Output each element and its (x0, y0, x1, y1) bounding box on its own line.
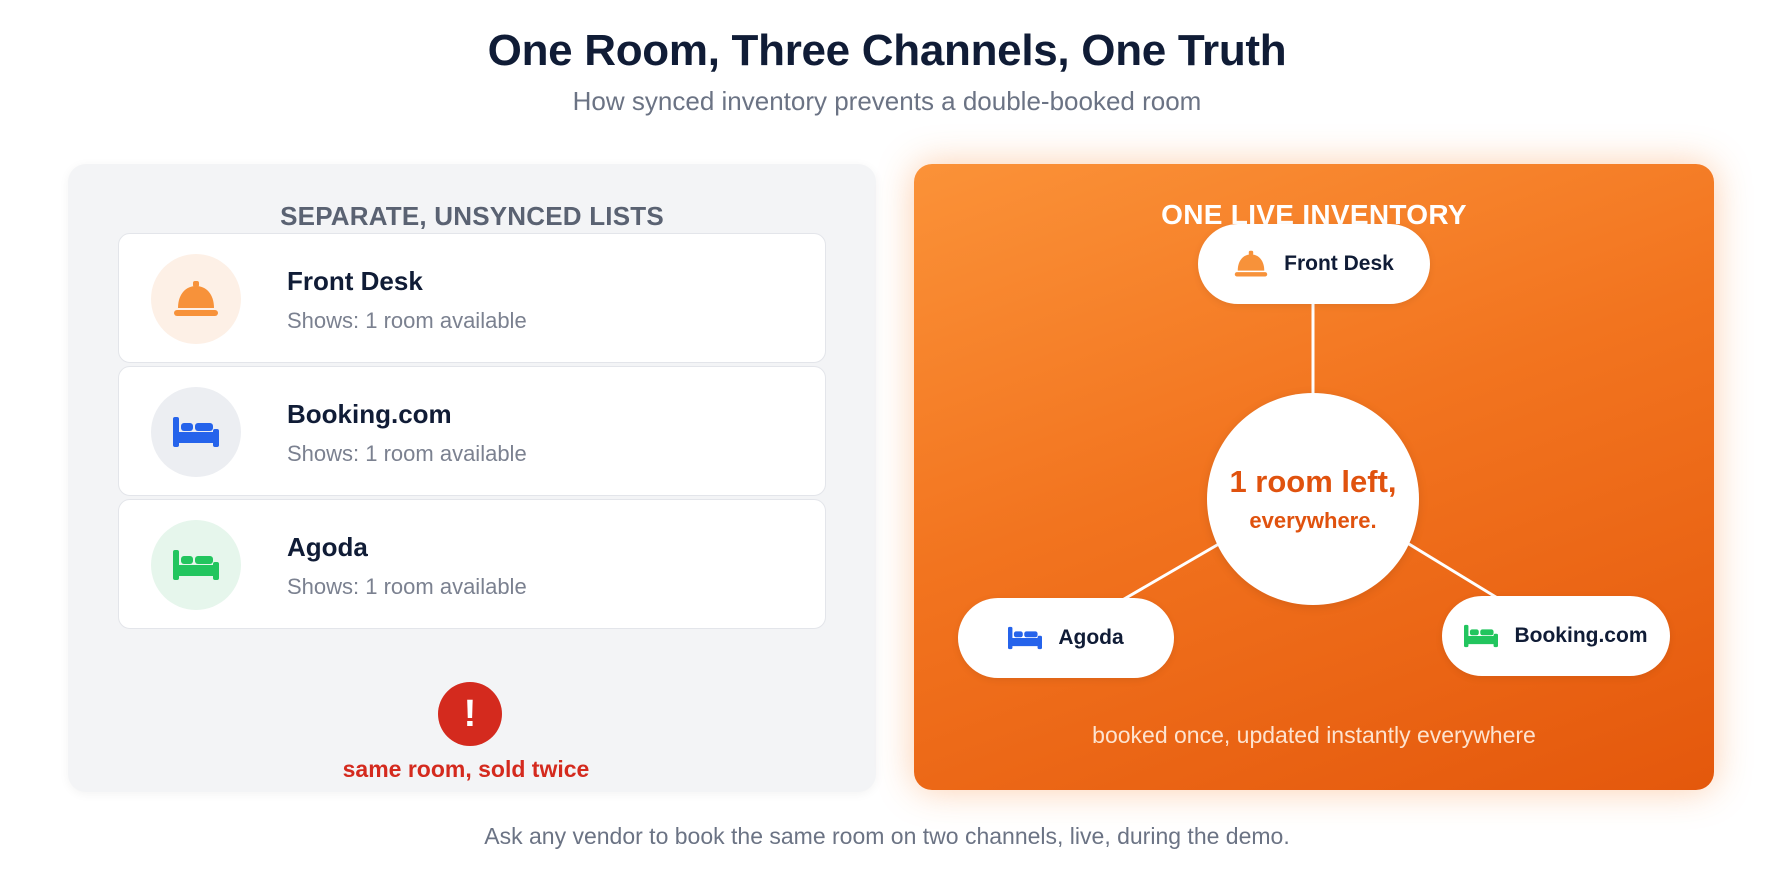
channel-status: Shows: 1 room available (287, 441, 527, 466)
page-subtitle: How synced inventory prevents a double-b… (572, 86, 1202, 116)
agoda-icon-circle (151, 520, 241, 610)
channel-name: Agoda (287, 532, 368, 562)
node-front-desk: Front Desk (1198, 224, 1430, 304)
node-label: Booking.com (1514, 624, 1648, 647)
connector-agoda (1118, 539, 1225, 604)
channel-status: Shows: 1 room available (287, 308, 527, 333)
live-panel-caption: booked once, updated instantly everywher… (1092, 722, 1536, 748)
hub-sub-text: everywhere. (1249, 508, 1377, 533)
live-inventory-panel: ONE LIVE INVENTORY Front Desk 1 room lef… (914, 164, 1714, 790)
channel-card-booking: Booking.com Shows: 1 room available (118, 366, 826, 496)
unsynced-panel-heading: SEPARATE, UNSYNCED LISTS (280, 201, 664, 231)
connector-booking (1403, 539, 1505, 604)
hub-main-text: 1 room left, (1229, 464, 1397, 499)
node-agoda: Agoda (958, 598, 1174, 678)
bed-icon (1464, 624, 1499, 648)
double-booking-warning: same room, sold twice (342, 756, 590, 782)
channel-card-agoda: Agoda Shows: 1 room available (118, 499, 826, 629)
bed-icon (1008, 626, 1043, 650)
node-label: Front Desk (1284, 252, 1394, 275)
node-booking: Booking.com (1442, 596, 1670, 676)
channel-name: Front Desk (287, 266, 423, 296)
bed-icon (173, 550, 219, 580)
service-bell-icon (174, 281, 218, 316)
service-bell-icon (1234, 250, 1268, 277)
channel-card-front-desk: Front Desk Shows: 1 room available (118, 233, 826, 363)
booking-icon-circle (151, 387, 241, 477)
alert-icon: ! (438, 682, 502, 746)
footer-note: Ask any vendor to book the same room on … (484, 823, 1290, 849)
page-title: One Room, Three Channels, One Truth (487, 26, 1287, 75)
bed-icon (173, 417, 219, 447)
channel-status: Shows: 1 room available (287, 574, 527, 599)
unsynced-lists-panel: SEPARATE, UNSYNCED LISTS Front Desk Show… (68, 164, 876, 792)
front-desk-icon-circle (151, 254, 241, 344)
inventory-hub: 1 room left, everywhere. (1207, 393, 1419, 605)
node-label: Agoda (1058, 626, 1124, 649)
channel-name: Booking.com (287, 399, 452, 429)
